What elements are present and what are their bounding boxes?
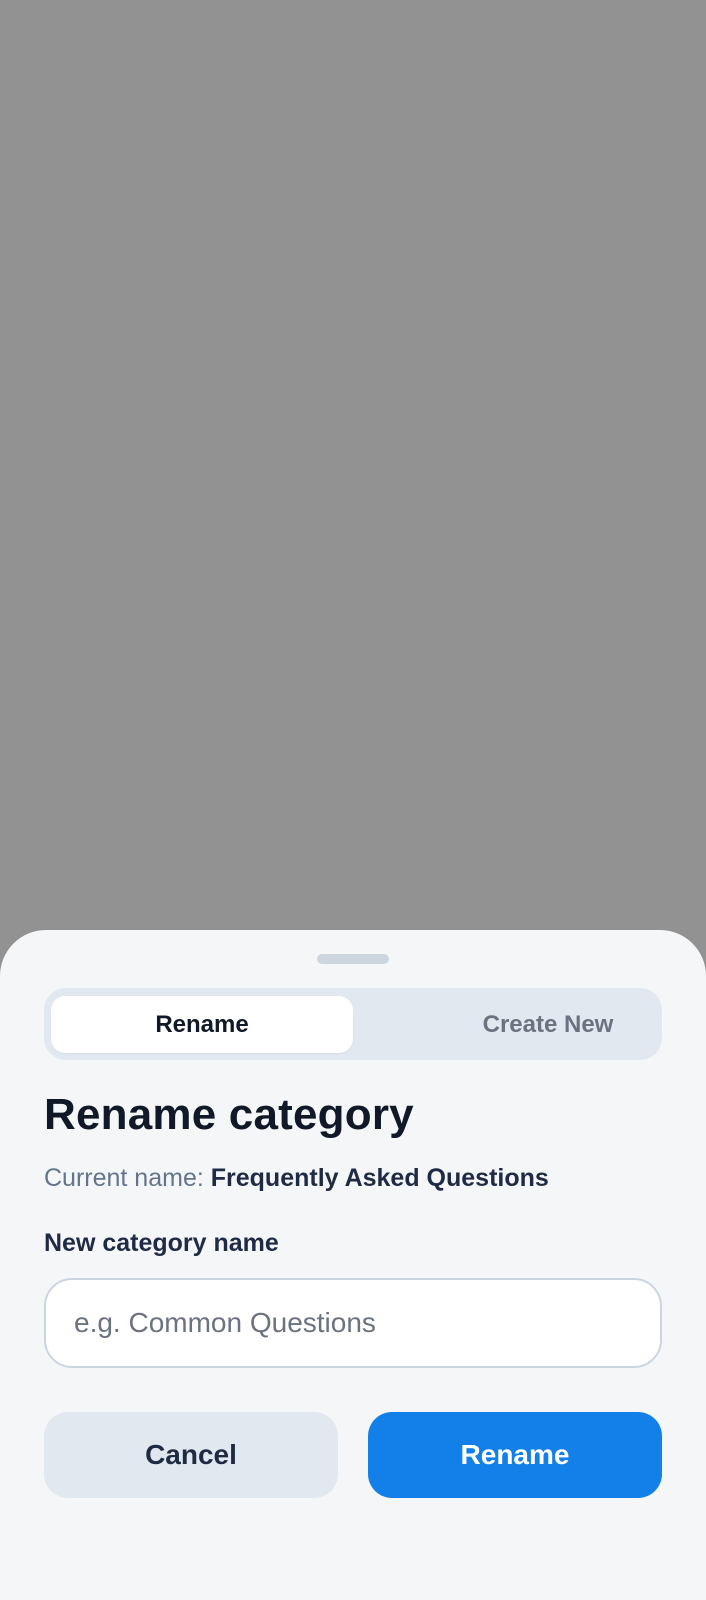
current-name-value: Frequently Asked Questions: [210, 1164, 549, 1192]
screen: Rename Create New Rename category Curren…: [0, 0, 706, 1600]
cancel-button-label: Cancel: [145, 1439, 237, 1470]
bottom-sheet: Rename Create New Rename category Curren…: [0, 930, 706, 1600]
cancel-button[interactable]: Cancel: [44, 1412, 338, 1498]
drag-handle[interactable]: [317, 954, 389, 964]
tab-rename[interactable]: Rename: [51, 996, 353, 1053]
new-category-name-input[interactable]: [44, 1278, 662, 1368]
dialog-title: Rename category: [44, 1090, 414, 1139]
new-name-field-label: New category name: [44, 1229, 279, 1257]
modal-backdrop[interactable]: [0, 0, 706, 930]
current-name-label: Current name:: [44, 1164, 204, 1192]
tab-create-new[interactable]: Create New: [397, 996, 699, 1053]
rename-button-label: Rename: [460, 1439, 570, 1470]
current-name-line: Current name: Frequently Asked Questions: [44, 1164, 549, 1193]
tab-rename-label: Rename: [155, 1010, 249, 1038]
rename-button[interactable]: Rename: [368, 1412, 662, 1498]
tab-create-new-label: Create New: [482, 1010, 614, 1038]
segmented-control: Rename Create New: [44, 988, 662, 1060]
